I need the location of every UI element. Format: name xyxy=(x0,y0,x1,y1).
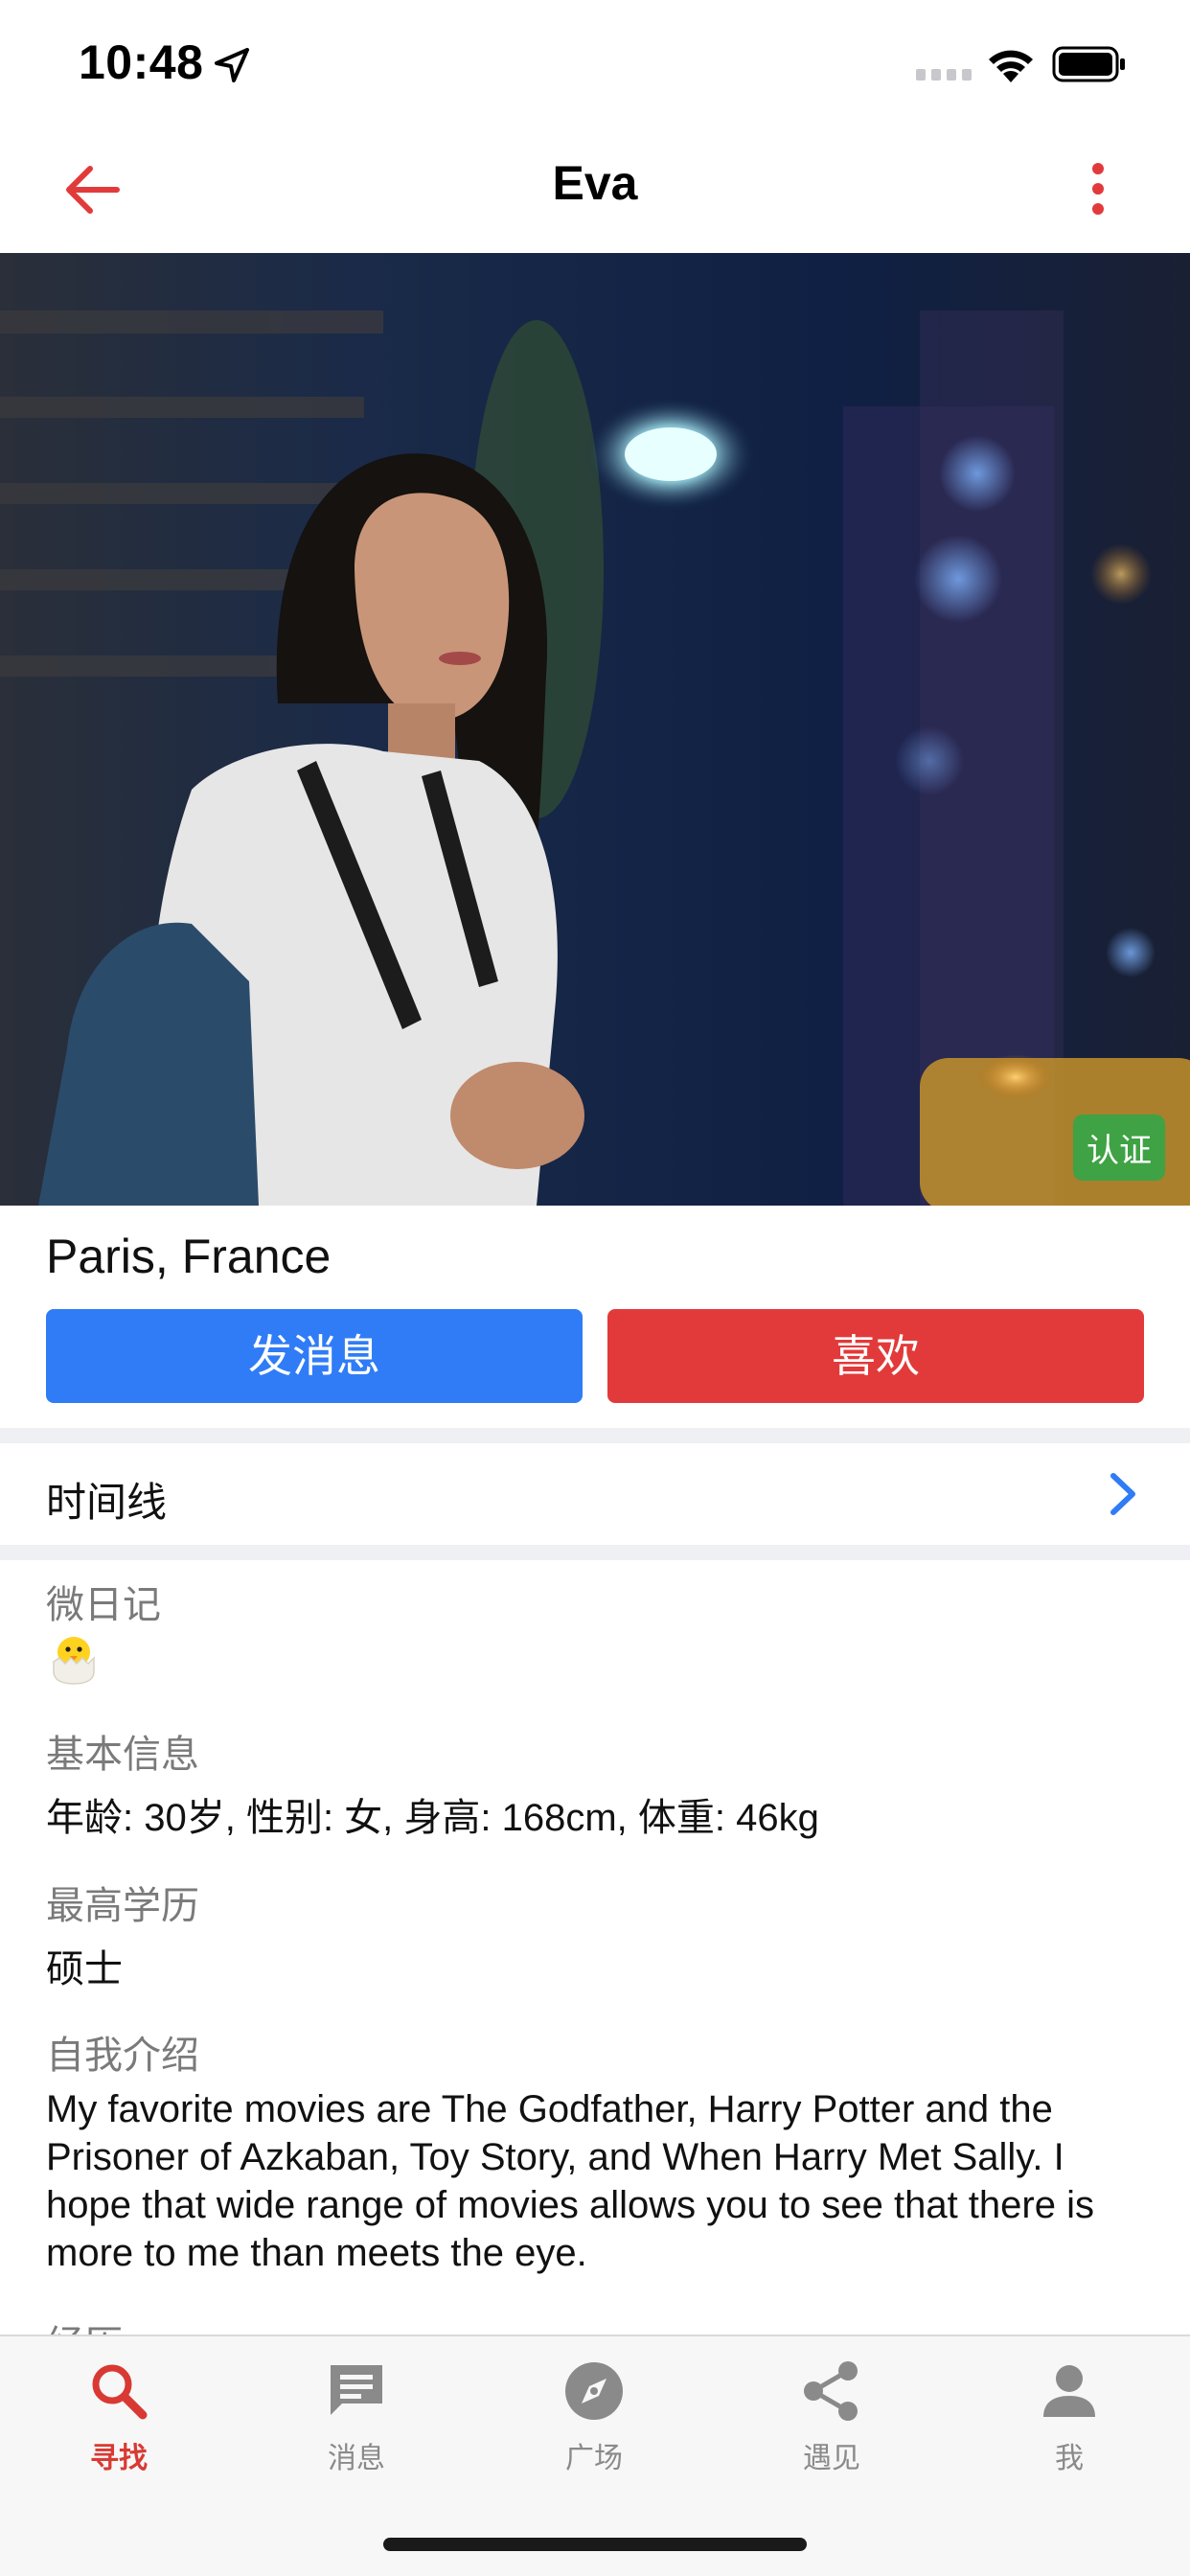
cellular-signal-icon xyxy=(916,69,972,80)
timeline-label: 时间线 xyxy=(46,1480,168,1525)
tab-label: 消息 xyxy=(328,2443,385,2474)
tab-messages[interactable]: 消息 xyxy=(280,2358,433,2476)
self-intro-label: 自我介绍 xyxy=(46,2035,199,2077)
send-message-button[interactable]: 发消息 xyxy=(46,1309,583,1403)
basic-info-value: 年龄: 30岁, 性别: 女, 身高: 168cm, 体重: 46kg xyxy=(46,1797,819,1839)
compass-icon xyxy=(565,2362,623,2420)
location-text: Paris, France xyxy=(46,1230,332,1283)
tab-search[interactable]: 寻找 xyxy=(42,2358,195,2476)
education-label: 最高学历 xyxy=(46,1885,199,1927)
self-intro-text: My favorite movies are The Godfather, Ha… xyxy=(46,2088,1094,2274)
section-divider xyxy=(0,1545,1190,1560)
tab-square[interactable]: 广场 xyxy=(517,2358,671,2476)
timeline-row[interactable]: 时间线 xyxy=(0,1443,1190,1545)
navigation-bar: Eva xyxy=(0,126,1190,253)
more-vertical-icon[interactable] xyxy=(1075,155,1121,222)
education-value: 硕士 xyxy=(46,1948,123,1990)
tab-label: 寻找 xyxy=(90,2443,148,2474)
chevron-right-icon xyxy=(1110,1473,1135,1515)
home-indicator xyxy=(383,2538,807,2551)
search-icon xyxy=(92,2364,148,2420)
status-time: 10:48 xyxy=(79,35,204,89)
tab-label: 遇见 xyxy=(803,2443,860,2474)
location-arrow-icon xyxy=(215,48,249,82)
tab-me[interactable]: 我 xyxy=(993,2358,1146,2476)
person-icon xyxy=(1043,2365,1095,2417)
share-icon xyxy=(804,2361,858,2421)
battery-icon xyxy=(1052,46,1125,82)
page-title: Eva xyxy=(552,156,638,210)
message-icon xyxy=(331,2365,382,2415)
basic-info-label: 基本信息 xyxy=(46,1734,199,1776)
status-bar: 10:48 xyxy=(0,0,1190,126)
tab-label: 广场 xyxy=(565,2443,623,2474)
wifi-icon xyxy=(989,50,1033,82)
tab-meet[interactable]: 遇见 xyxy=(755,2358,908,2476)
verified-badge: 认证 xyxy=(1073,1115,1165,1181)
section-divider xyxy=(0,1428,1190,1443)
hatching-chick-icon xyxy=(53,1637,95,1685)
profile-photo[interactable]: 认证 xyxy=(0,253,1190,1206)
tab-label: 我 xyxy=(1055,2443,1084,2474)
micro-diary-label: 微日记 xyxy=(46,1584,161,1626)
like-button[interactable]: 喜欢 xyxy=(607,1309,1144,1403)
